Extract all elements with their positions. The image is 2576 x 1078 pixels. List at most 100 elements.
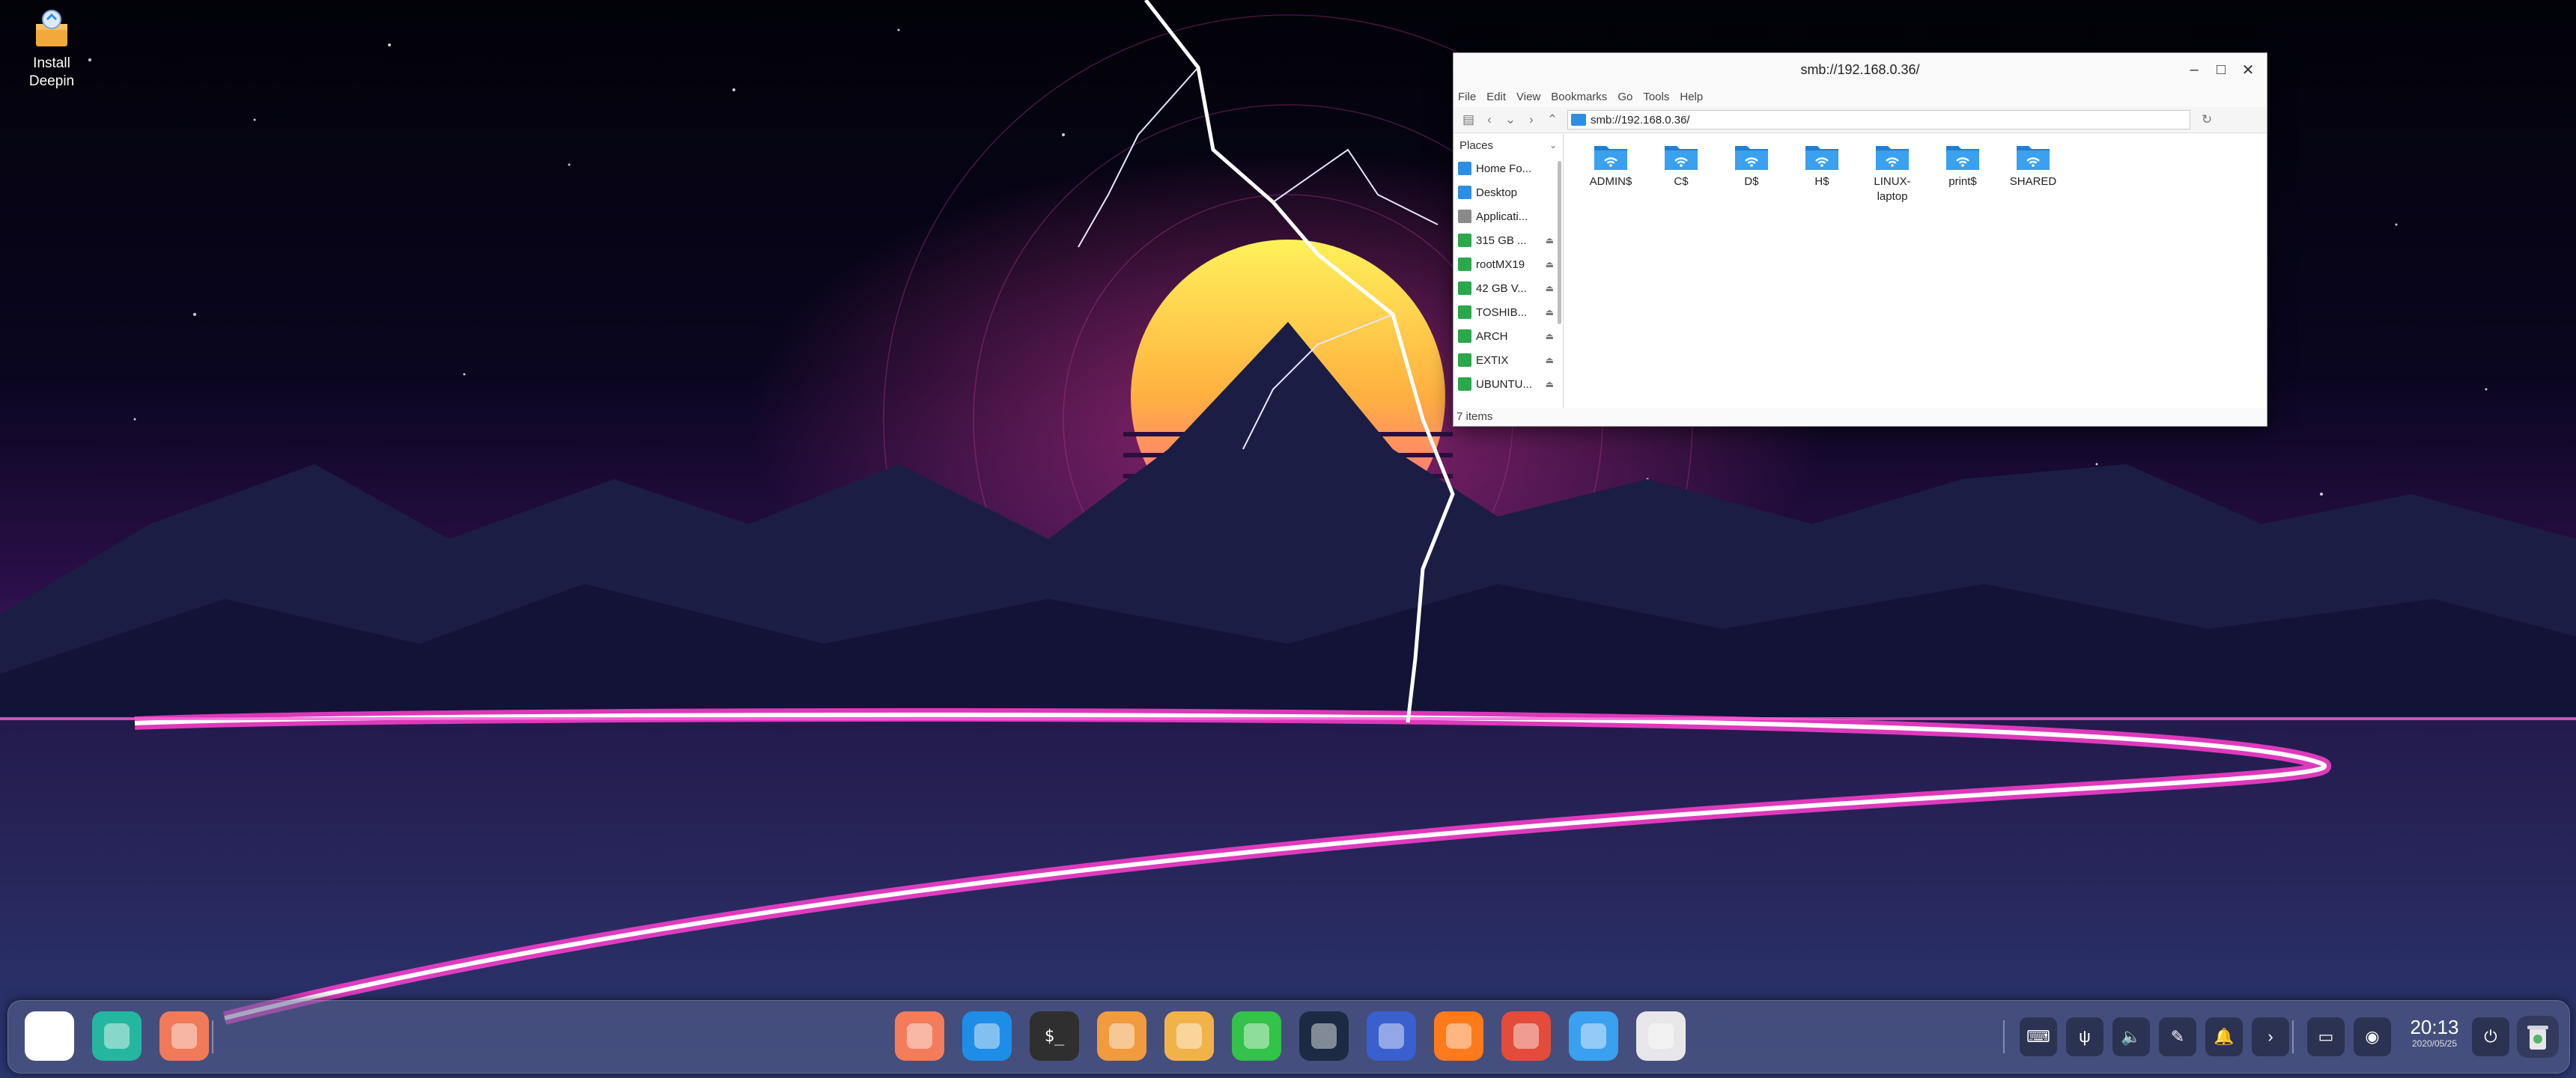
sidebar-item[interactable]: 315 GB ... ⏏: [1453, 228, 1563, 252]
file-item-label: SHARED: [2009, 175, 2057, 188]
menu-bookmarks[interactable]: Bookmarks: [1551, 91, 1607, 103]
history-dropdown-icon[interactable]: ⌄: [1500, 110, 1521, 130]
system-tools-icon[interactable]: [1501, 1011, 1551, 1061]
location-bar[interactable]: smb://192.168.0.36/: [1567, 110, 2190, 130]
maximize-button[interactable]: □: [2208, 58, 2234, 82]
file-item[interactable]: LINUX- laptop: [1857, 141, 1928, 231]
sidebar-scrollbar[interactable]: [1558, 161, 1561, 324]
downloader-icon[interactable]: [1164, 1011, 1214, 1061]
music-icon[interactable]: [1232, 1011, 1281, 1061]
terminal-icon[interactable]: $_: [1030, 1011, 1079, 1061]
settings-icon[interactable]: [1367, 1011, 1416, 1061]
file-item-label: C$: [1674, 175, 1689, 188]
network-share-folder-icon: [1665, 146, 1698, 170]
sidebar-item-label: 42 GB V...: [1476, 281, 1527, 295]
network-share-folder-icon: [1805, 146, 1838, 170]
camera-icon[interactable]: [1636, 1011, 1686, 1061]
file-item[interactable]: C$: [1646, 141, 1716, 231]
eject-icon[interactable]: ⏏: [1546, 355, 1554, 365]
folder-icon: [1571, 114, 1586, 126]
network-share-folder-icon: [2017, 146, 2050, 170]
sidebar-item[interactable]: EXTIX ⏏: [1453, 348, 1563, 372]
menu-file[interactable]: File: [1458, 91, 1476, 103]
sidebar-item[interactable]: ARCH ⏏: [1453, 324, 1563, 348]
usb-icon[interactable]: ψ: [2066, 1017, 2103, 1056]
collapse-chevron-icon[interactable]: ⌄: [1549, 140, 1557, 150]
places-header[interactable]: Places ⌄: [1453, 134, 1563, 156]
notification-icon[interactable]: 🔔: [2205, 1017, 2243, 1056]
file-item[interactable]: H$: [1787, 141, 1857, 231]
file-item[interactable]: SHARED: [1998, 141, 2068, 231]
network-icon[interactable]: ◉: [2354, 1017, 2391, 1056]
window-titlebar[interactable]: smb://192.168.0.36/ – □ ✕: [1453, 53, 2267, 86]
file-item[interactable]: D$: [1716, 141, 1787, 231]
power-icon[interactable]: ⏻: [2472, 1017, 2509, 1056]
back-icon[interactable]: ‹: [1479, 110, 1500, 130]
keyboard-icon[interactable]: ⌨: [2020, 1017, 2057, 1056]
video-player-icon[interactable]: [1299, 1011, 1349, 1061]
show-desktop-icon[interactable]: [160, 1011, 209, 1061]
eject-icon[interactable]: ⏏: [1546, 379, 1554, 389]
location-text: smb://192.168.0.36/: [1591, 113, 1690, 127]
network-share-folder-icon: [1735, 146, 1768, 170]
sidebar-item-label: ARCH: [1476, 329, 1508, 343]
clock[interactable]: 20:13 2020/05/25: [2405, 1016, 2464, 1049]
toolbar: ▤ ‹ ⌄ › ⌃ smb://192.168.0.36/ ↻: [1453, 107, 2267, 133]
pen-icon[interactable]: ✎: [2159, 1017, 2196, 1056]
menu-go[interactable]: Go: [1617, 91, 1632, 103]
clock-time: 20:13: [2410, 1016, 2459, 1038]
drive-icon: [1458, 329, 1471, 343]
expand-arrow-icon[interactable]: ›: [2252, 1017, 2289, 1056]
drive-icon: [1458, 353, 1471, 367]
close-button[interactable]: ✕: [2235, 58, 2261, 82]
sidebar-item[interactable]: Desktop: [1453, 180, 1563, 204]
app-store-icon[interactable]: [962, 1011, 1012, 1061]
eject-icon[interactable]: ⏏: [1546, 259, 1554, 270]
dock-separator: [2003, 1020, 2005, 1053]
package-icon: [36, 10, 67, 46]
file-manager-window[interactable]: smb://192.168.0.36/ – □ ✕ File Edit View…: [1453, 52, 2267, 427]
forward-icon[interactable]: ›: [1521, 110, 1542, 130]
eject-icon[interactable]: ⏏: [1546, 283, 1554, 293]
minimize-button[interactable]: –: [2181, 58, 2207, 82]
menu-tools[interactable]: Tools: [1643, 91, 1669, 103]
drive-icon: [1458, 377, 1471, 391]
dock-separator: [2292, 1020, 2294, 1053]
window-title: smb://192.168.0.36/: [1800, 62, 1920, 77]
file-item-label: ADMIN$: [1589, 175, 1632, 188]
launcher-icon[interactable]: [25, 1011, 74, 1061]
volume-icon[interactable]: 🔈: [2112, 1017, 2150, 1056]
status-bar: 7 items: [1453, 408, 2267, 426]
firefox-icon[interactable]: [1434, 1011, 1483, 1061]
file-item[interactable]: ADMIN$: [1576, 141, 1646, 231]
up-icon[interactable]: ⌃: [1542, 110, 1563, 130]
archive-manager-icon[interactable]: [1097, 1011, 1146, 1061]
desktop-icon-install-deepin[interactable]: Install Deepin: [18, 7, 85, 91]
sidebar-item-label: 315 GB ...: [1476, 234, 1527, 247]
menu-help[interactable]: Help: [1680, 91, 1703, 103]
menu-view[interactable]: View: [1516, 91, 1540, 103]
file-item[interactable]: print$: [1928, 141, 1998, 231]
screen-icon[interactable]: ▭: [2307, 1017, 2345, 1056]
toggle-sidebar-icon[interactable]: ▤: [1458, 110, 1479, 130]
eject-icon[interactable]: ⏏: [1546, 235, 1554, 246]
multitasking-view-icon[interactable]: [92, 1011, 142, 1061]
sidebar-item[interactable]: Home Fo...: [1453, 156, 1563, 180]
eject-icon[interactable]: ⏏: [1546, 307, 1554, 317]
sidebar-item[interactable]: Applicati...: [1453, 204, 1563, 228]
sidebar-item-label: UBUNTU...: [1476, 377, 1532, 391]
menu-bar: File Edit View Bookmarks Go Tools Help: [1453, 86, 2267, 107]
file-item-label: D$: [1744, 175, 1759, 188]
sidebar-item[interactable]: 42 GB V... ⏏: [1453, 276, 1563, 300]
network-share-folder-icon: [1946, 146, 1979, 170]
icon-glyph: $_: [1044, 1026, 1065, 1046]
sidebar-item[interactable]: TOSHIB... ⏏: [1453, 300, 1563, 324]
eject-icon[interactable]: ⏏: [1546, 331, 1554, 341]
trash-icon[interactable]: [2517, 1016, 2559, 1058]
menu-edit[interactable]: Edit: [1486, 91, 1506, 103]
sidebar-item[interactable]: rootMX19 ⏏: [1453, 252, 1563, 276]
launcher-grid-icon[interactable]: [895, 1011, 944, 1061]
sidebar-item[interactable]: UBUNTU... ⏏: [1453, 372, 1563, 396]
refresh-icon[interactable]: ↻: [2196, 110, 2217, 130]
file-manager-icon[interactable]: [1569, 1011, 1618, 1061]
